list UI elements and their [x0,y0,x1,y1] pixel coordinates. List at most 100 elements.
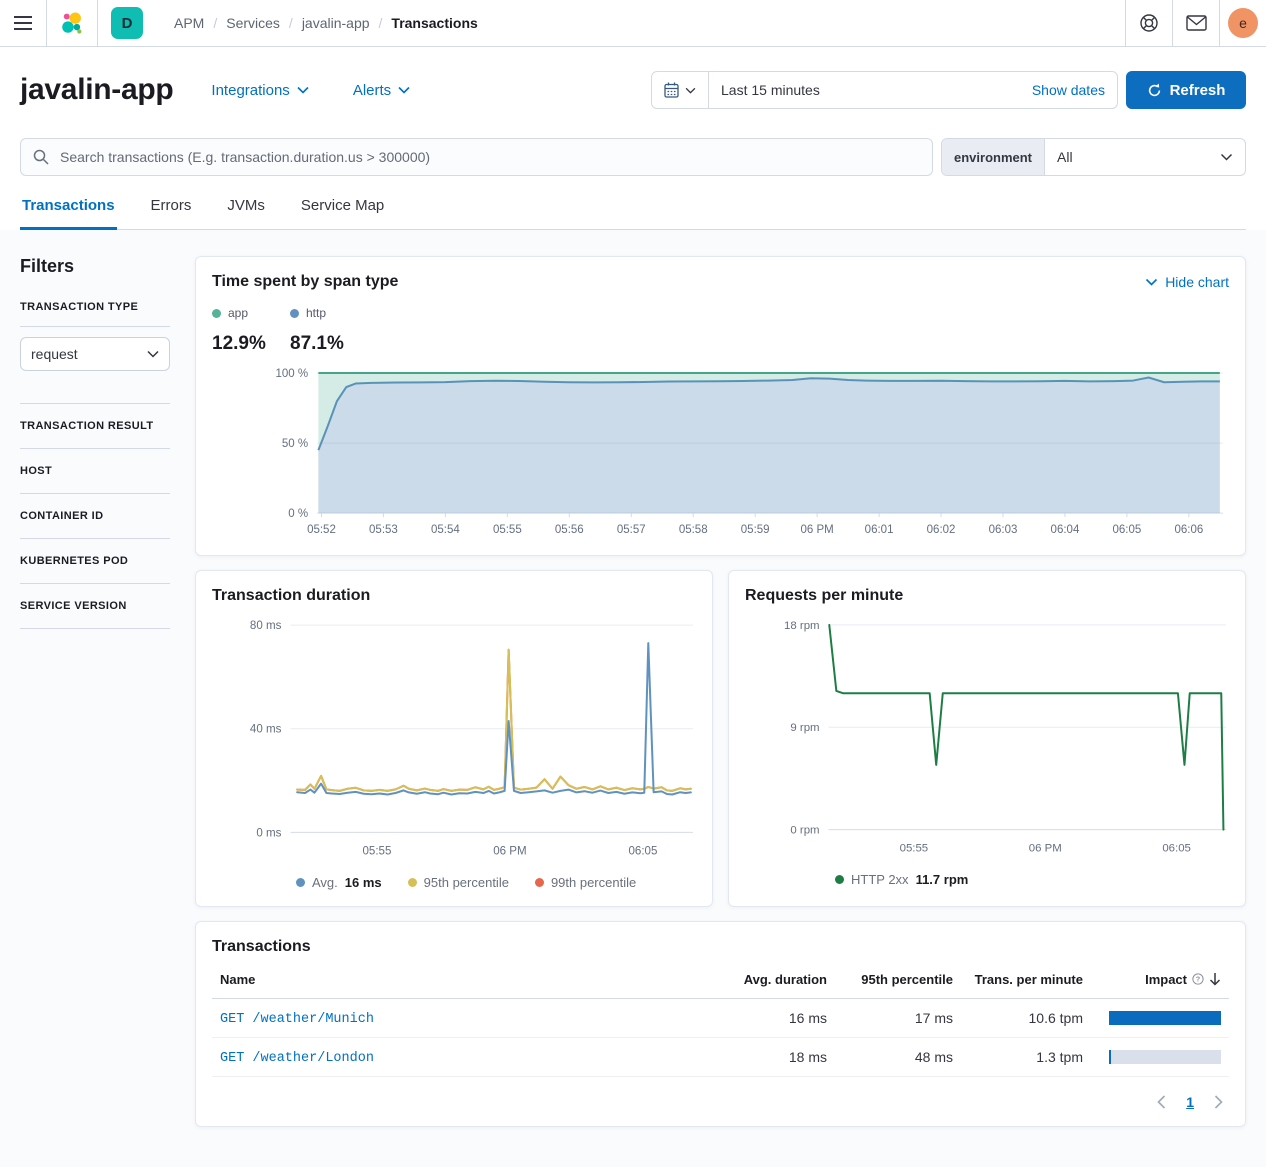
filter-kubernetes-pod[interactable]: KUBERNETES POD [20,555,170,567]
newsfeed-button[interactable] [1172,0,1219,46]
page-number[interactable]: 1 [1186,1094,1194,1110]
filter-service-version[interactable]: SERVICE VERSION [20,600,170,612]
svg-text:06:06: 06:06 [1174,524,1203,536]
column-avg-duration[interactable]: Avg. duration [709,972,827,987]
chevron-down-icon [398,86,410,94]
previous-page-icon[interactable] [1157,1095,1166,1109]
integrations-menu-button[interactable]: Integrations [211,82,308,99]
filters-sidebar: Filters TRANSACTION TYPE request TRANSAC… [20,256,170,629]
legend-item-app[interactable]: app [212,306,290,320]
legend-item-99th[interactable]: 99th percentile [535,875,636,890]
filters-title: Filters [20,256,170,277]
search-box [20,138,933,176]
environment-select[interactable]: All [1045,139,1245,175]
time-range-value[interactable]: Last 15 minutes [709,82,1032,98]
svg-text:50 %: 50 % [282,438,308,450]
breadcrumb: APM / Services / javalin-app / Transacti… [156,0,1125,46]
svg-text:05:52: 05:52 [307,524,336,536]
legend-value-avg: 16 ms [345,875,382,890]
legend-item-http[interactable]: http [290,306,368,320]
search-input[interactable] [58,148,920,166]
legend-value-http2xx: 11.7 rpm [916,872,969,887]
svg-text:05:55: 05:55 [362,846,391,858]
transaction-link[interactable]: GET /weather/Munich [220,1012,374,1027]
transaction-link[interactable]: GET /weather/London [220,1051,374,1066]
svg-text:0 rpm: 0 rpm [790,825,819,837]
requests-per-minute-chart[interactable]: 0 rpm9 rpm18 rpm05:5506 PM06:05 [745,613,1229,859]
sort-descending-icon [1209,972,1221,986]
tab-service-map[interactable]: Service Map [299,197,386,230]
chevron-down-icon [147,350,159,358]
breadcrumb-services[interactable]: Services [226,15,280,31]
refresh-button[interactable]: Refresh [1126,71,1246,109]
svg-text:05:55: 05:55 [493,524,522,536]
cell-trans-per-minute: 1.3 tpm [953,1049,1083,1065]
transaction-type-select[interactable]: request [20,337,170,371]
space-badge[interactable]: D [111,7,143,39]
refresh-icon [1147,83,1162,98]
span-type-chart[interactable]: 0 %50 %100 %05:5205:5305:5405:5505:5605:… [212,365,1229,539]
legend-label-avg: Avg. [312,875,338,890]
svg-text:06:02: 06:02 [927,524,956,536]
svg-text:?: ? [1196,975,1201,984]
refresh-label: Refresh [1170,82,1226,99]
column-name[interactable]: Name [220,972,709,987]
impact-bar [1109,1011,1221,1025]
svg-text:18 rpm: 18 rpm [784,620,820,632]
environment-label: environment [942,139,1045,175]
quick-select-date-button[interactable] [652,72,709,108]
legend-label-http2xx: HTTP 2xx [851,872,909,887]
user-avatar[interactable]: e [1228,8,1258,38]
transaction-type-value: request [31,346,78,362]
tab-jvms[interactable]: JVMs [225,197,267,230]
span-chart-title: Time spent by span type [212,273,398,291]
column-95th-percentile[interactable]: 95th percentile [827,972,953,987]
breadcrumb-apm[interactable]: APM [174,15,204,31]
table-row[interactable]: GET /weather/Munich 16 ms 17 ms 10.6 tpm [212,999,1229,1038]
alerts-label: Alerts [353,82,391,99]
filter-host[interactable]: HOST [20,465,170,477]
elastic-logo[interactable] [47,0,98,46]
legend-item-95th[interactable]: 95th percentile [408,875,509,890]
transactions-table-title: Transactions [212,938,1229,956]
svg-text:9 rpm: 9 rpm [790,722,819,734]
space-switcher[interactable]: D [98,0,156,46]
duration-chart-title: Transaction duration [212,587,696,605]
cell-impact [1083,1011,1221,1025]
cell-avg-duration: 18 ms [709,1049,827,1065]
legend-item-http2xx[interactable]: HTTP 2xx 11.7 rpm [835,872,968,887]
svg-text:05:55: 05:55 [900,843,929,855]
transaction-duration-panel: Transaction duration 0 ms40 ms80 ms05:55… [195,570,713,907]
svg-text:05:54: 05:54 [431,524,460,536]
table-row[interactable]: GET /weather/London 18 ms 48 ms 1.3 tpm [212,1038,1229,1077]
show-dates-button[interactable]: Show dates [1032,82,1117,98]
alerts-menu-button[interactable]: Alerts [353,82,410,99]
rpm-chart-title: Requests per minute [745,587,1229,605]
menu-hamburger-button[interactable] [0,0,47,46]
search-icon [33,149,49,165]
column-impact[interactable]: Impact ? [1083,972,1221,987]
legend-dot-95th [408,878,417,887]
svg-text:06 PM: 06 PM [801,524,834,536]
column-trans-per-minute[interactable]: Trans. per minute [953,972,1083,987]
filter-transaction-result[interactable]: TRANSACTION RESULT [20,420,170,432]
transaction-duration-chart[interactable]: 0 ms40 ms80 ms05:5506 PM06:05 [212,613,696,863]
hide-chart-button[interactable]: Hide chart [1145,274,1229,290]
service-tabs: Transactions Errors JVMs Service Map [20,197,1246,230]
tab-errors[interactable]: Errors [149,197,194,230]
legend-item-avg[interactable]: Avg. 16 ms [296,875,382,890]
filter-container-id[interactable]: CONTAINER ID [20,510,170,522]
svg-text:40 ms: 40 ms [250,724,282,736]
legend-dot-app [212,309,221,318]
mail-icon [1186,15,1207,31]
chevron-down-icon [297,86,309,94]
top-navigation: D APM / Services / javalin-app / Transac… [0,0,1266,47]
tab-transactions[interactable]: Transactions [20,197,117,230]
transactions-table-panel: Transactions Name Avg. duration 95th per… [195,921,1246,1127]
breadcrumb-service-name[interactable]: javalin-app [302,15,370,31]
question-circle-icon[interactable]: ? [1192,973,1204,985]
user-menu[interactable]: e [1219,0,1266,46]
next-page-icon[interactable] [1214,1095,1223,1109]
help-button[interactable] [1125,0,1172,46]
table-header-row: Name Avg. duration 95th percentile Trans… [212,972,1229,999]
